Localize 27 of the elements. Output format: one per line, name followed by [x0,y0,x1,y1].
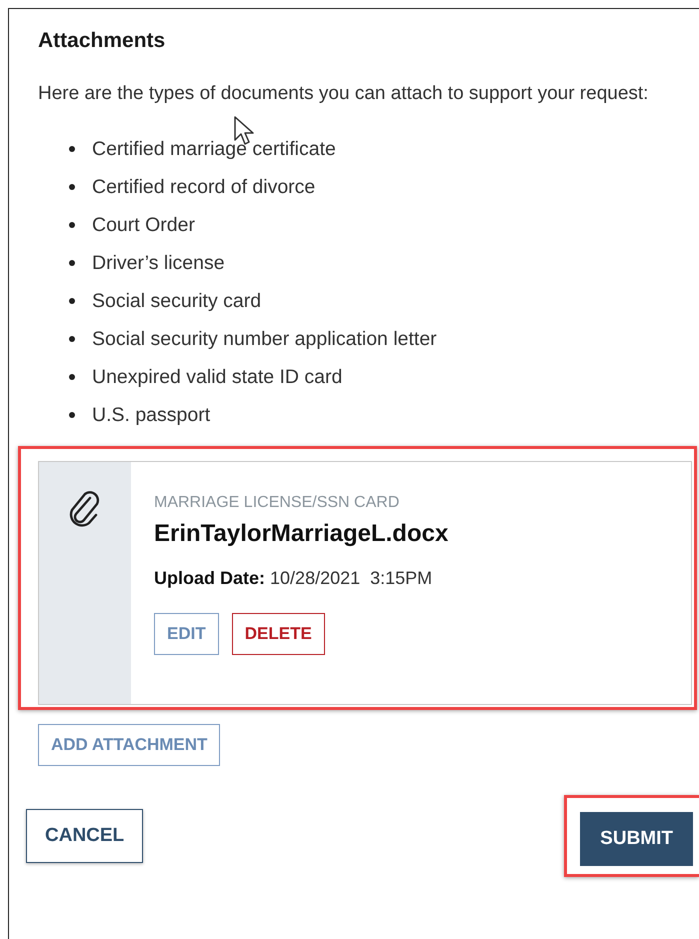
attachment-category: MARRIAGE LICENSE/SSN CARD [154,494,400,512]
cancel-button[interactable]: CANCEL [26,809,144,863]
delete-button[interactable]: DELETE [232,613,325,655]
bullet-icon [69,260,75,266]
section-heading: Attachments [38,29,166,53]
submit-button[interactable]: SUBMIT [580,812,693,866]
document-type: Certified marriage certificate [92,138,336,160]
bullet-icon [69,298,75,304]
paperclip-icon [68,490,102,528]
document-type: Unexpired valid state ID card [92,366,342,388]
document-type: Court Order [92,214,195,236]
file-name: ErinTaylorMarriageL.docx [154,520,448,548]
bullet-icon [69,412,75,418]
document-type: Social security number application letter [92,328,437,350]
bullet-icon [69,374,75,380]
bullet-icon [69,336,75,342]
upload-date: Upload Date: 10/28/2021 3:15PM [154,568,434,589]
document-type: U.S. passport [92,404,210,426]
bullet-icon [69,184,75,190]
document-type: Social security card [92,290,262,312]
edit-button[interactable]: EDIT [154,613,219,655]
bullet-icon [69,222,75,228]
document-type: Driver’s license [92,252,225,274]
bullet-icon [69,146,75,152]
intro-text: Here are the types of documents you can attach to support your request: [38,82,650,106]
add-attachment-button[interactable]: ADD ATTACHMENT [38,724,220,766]
document-type: Certified record of divorce [92,176,316,198]
